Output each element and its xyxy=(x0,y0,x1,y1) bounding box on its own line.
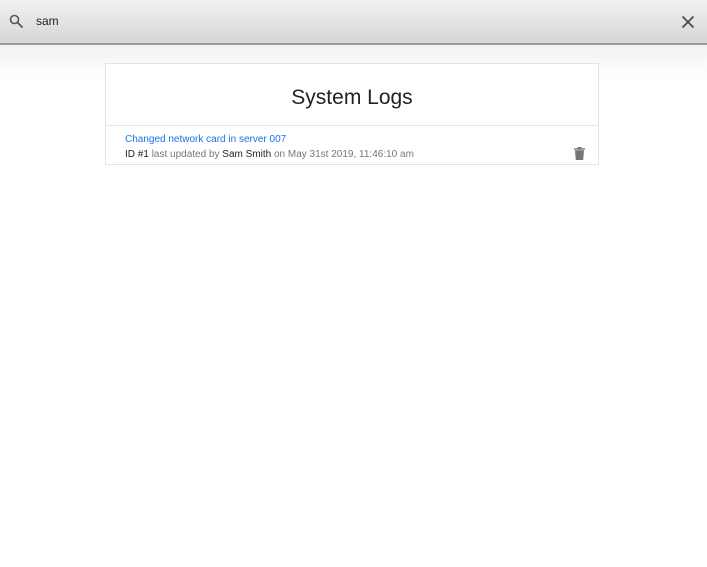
search-bar xyxy=(0,0,707,45)
log-user: Sam Smith xyxy=(222,149,272,160)
logs-card: System Logs Changed network card in serv… xyxy=(105,63,599,165)
log-timestamp: May 31st 2019, 11:46:10 am xyxy=(287,149,414,160)
log-entry: Changed network card in server 007 ID #1… xyxy=(106,126,598,166)
page-title: System Logs xyxy=(291,86,413,109)
log-meta: ID #1 last updated by Sam Smith on May 3… xyxy=(125,149,414,160)
log-title-link[interactable]: Changed network card in server 007 xyxy=(125,134,286,145)
close-icon[interactable] xyxy=(681,15,695,29)
log-updated-by-text: last updated by xyxy=(151,149,220,160)
log-on-text: on xyxy=(273,149,286,160)
search-icon xyxy=(9,14,23,28)
log-id-value: #1 xyxy=(137,149,149,160)
trash-icon[interactable] xyxy=(574,147,585,160)
search-input[interactable] xyxy=(30,11,656,31)
log-id-label: ID xyxy=(125,149,135,160)
card-header: System Logs xyxy=(106,64,598,126)
